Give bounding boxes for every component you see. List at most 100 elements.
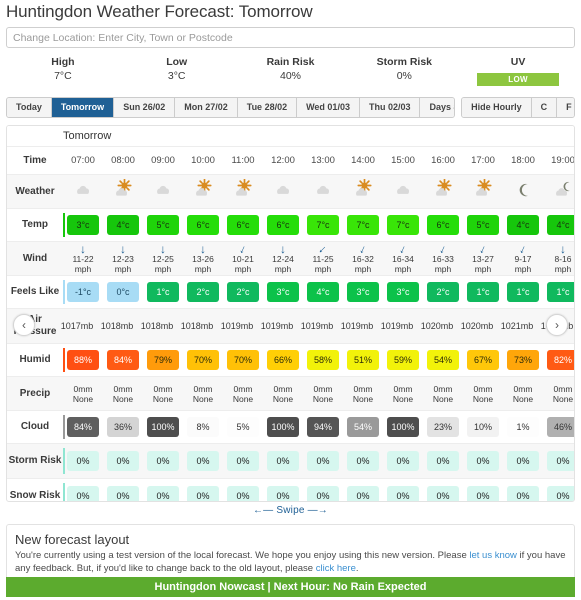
air-pressure-value: 1019mb (340, 321, 374, 331)
air-pressure-value: 1021mb (500, 321, 534, 331)
cloud-cell: 94% (303, 411, 343, 443)
snow-risk-badge: 0% (147, 486, 179, 501)
precip-type: None (232, 393, 254, 404)
precip-type: None (392, 393, 414, 404)
time-label: 07:00 (71, 155, 95, 166)
wind-unit-label: mph (274, 263, 292, 274)
nowcast-banner[interactable]: Huntingdon Nowcast | Next Hour: No Rain … (6, 577, 575, 597)
humidity-badge: 88% (67, 350, 99, 370)
cells-time: 07:00 08:00 09:00 10:00 11:00 12:00 13:00 14:00… (63, 147, 574, 174)
tab-wed-01-03[interactable]: Wed 01/03 (297, 98, 360, 117)
snow-risk-badge: 0% (307, 486, 339, 501)
temp-cell: 4°c (103, 209, 143, 241)
humidity-cell: 70% (223, 344, 263, 376)
time-cell: 09:00 (143, 147, 183, 174)
click-here-link[interactable]: click here (316, 563, 356, 574)
precip-cell: 0mm None (423, 377, 463, 410)
air-pressure-value: 1018mb (180, 321, 214, 331)
cloud-cell: 8% (183, 411, 223, 443)
snow-risk-cell: 0% (63, 479, 103, 501)
tab-sun-26-02[interactable]: Sun 26/02 (114, 98, 176, 117)
humidity-cell: 88% (63, 344, 103, 376)
wind-direction-arrow-icon: ↓ (120, 241, 126, 256)
humidity-cell: 73% (503, 344, 543, 376)
feels-like-cell: 0°c (103, 276, 143, 308)
tab-thu-02-03[interactable]: Thu 02/03 (359, 98, 421, 117)
precip-cell: 0mm None (383, 377, 423, 410)
temp-cell: 4°c (503, 209, 543, 241)
row-cloud: Cloud 84% 36% 100% 8% 5% 100% 94% 54% 100% 23% 10%… (7, 411, 574, 444)
cells-weather (63, 175, 574, 208)
summary-value: 0% (396, 70, 412, 82)
weather-cell (263, 175, 303, 208)
tab-days-8-14[interactable]: Days 8-14 (420, 98, 455, 117)
cloud-badge: 36% (107, 417, 139, 437)
temp-badge: 5°c (467, 215, 499, 235)
row-air-pressure: Air Pressure 1017mb 1018mb 1018mb 1018mb 101… (7, 309, 574, 344)
control-c[interactable]: C (531, 98, 558, 117)
storm-risk-cell: 0% (343, 444, 383, 478)
air-pressure-value: 1017mb (60, 321, 94, 331)
time-label: 12:00 (271, 155, 295, 166)
temp-badge: 6°c (227, 215, 259, 235)
tab-tomorrow[interactable]: Tomorrow (51, 98, 115, 117)
scroll-prev-button[interactable]: ‹ (13, 314, 35, 336)
humidity-badge: 66% (267, 350, 299, 370)
air-pressure-value: 1018mb (140, 321, 174, 331)
air-pressure-value: 1019mb (220, 321, 254, 331)
row-weather: Weather (7, 175, 574, 209)
snow-risk-badge: 0% (267, 486, 299, 501)
cells-cloud: 84% 36% 100% 8% 5% 100% 94% 54% 100% 23% 10% 1% 46% (63, 411, 574, 443)
humidity-cell: 58% (303, 344, 343, 376)
tab-tue-28-02[interactable]: Tue 28/02 (237, 98, 298, 117)
time-label: 18:00 (511, 155, 535, 166)
precip-amount: 0mm (513, 383, 533, 394)
temp-cell: 7°c (343, 209, 383, 241)
snow-risk-badge: 0% (187, 486, 219, 501)
air-pressure-value: 1019mb (300, 321, 334, 331)
precip-cell: 0mm None (183, 377, 223, 410)
storm-risk-cell: 0% (503, 444, 543, 478)
cloud-cell: 1% (503, 411, 543, 443)
temp-badge: 6°c (187, 215, 219, 235)
air-pressure-cell: 1019mb (217, 309, 257, 343)
wind-cell: ↓ 12-25 mph (143, 242, 183, 275)
storm-risk-badge: 0% (347, 451, 379, 471)
temp-badge: 5°c (147, 215, 179, 235)
row-precip: Precip 0mm None 0mm None 0mm None 0mm None 0mm No… (7, 377, 574, 411)
summary-strip: High 7°C Low 3°C Rain Risk 40% Storm Risk 0% UV L… (6, 55, 575, 91)
summary-item-rain-risk: Rain Risk 40% (234, 55, 348, 91)
location-search-input[interactable] (6, 27, 575, 48)
weather-cell (143, 175, 183, 208)
row-label-wind: Wind (22, 252, 48, 264)
control-f[interactable]: F (557, 98, 575, 117)
wind-cell: ↓ 13-27 mph (463, 241, 503, 275)
precip-amount: 0mm (393, 383, 413, 394)
air-pressure-cell: 1018mb (137, 309, 177, 343)
panel-heading: New forecast layout (15, 532, 130, 547)
cloud-cell: 46% (543, 411, 574, 443)
tab-today[interactable]: Today (7, 98, 52, 117)
weather-cloud-icon (390, 179, 416, 204)
let-us-know-link[interactable]: let us know (469, 550, 517, 561)
storm-risk-badge: 0% (427, 451, 459, 471)
wind-cell: ↓ 11-25 mph (303, 241, 343, 275)
control-hide-hourly[interactable]: Hide Hourly (462, 98, 532, 117)
scroll-next-button[interactable]: › (546, 314, 568, 336)
wind-cell: ↓ 12-23 mph (103, 242, 143, 275)
snow-risk-badge: 0% (387, 486, 419, 501)
row-label-weather: Weather (15, 185, 55, 197)
summary-label: Low (166, 56, 188, 68)
cloud-badge: 5% (227, 417, 259, 437)
row-wind: Wind ↓ 11-22 mph ↓ 12-23 mph ↓ 12-25 mph ↓ 13-26 mp… (7, 241, 574, 276)
tab-mon-27-02[interactable]: Mon 27/02 (175, 98, 238, 117)
row-label-storm-risk: Storm Risk (8, 455, 62, 466)
cells-air-pressure: 1017mb 1018mb 1018mb 1018mb 1019mb 1019mb 1019… (57, 309, 574, 343)
humidity-cell: 67% (463, 344, 503, 376)
cells-precip: 0mm None 0mm None 0mm None 0mm None 0mm None 0mm No… (63, 377, 574, 410)
time-cell: 15:00 (383, 147, 423, 174)
wind-cell: ↓ 16-32 mph (343, 241, 383, 275)
feels-like-cell: 3°c (383, 276, 423, 308)
air-pressure-value: 1020mb (460, 321, 494, 331)
wind-unit-label: mph (194, 263, 212, 274)
